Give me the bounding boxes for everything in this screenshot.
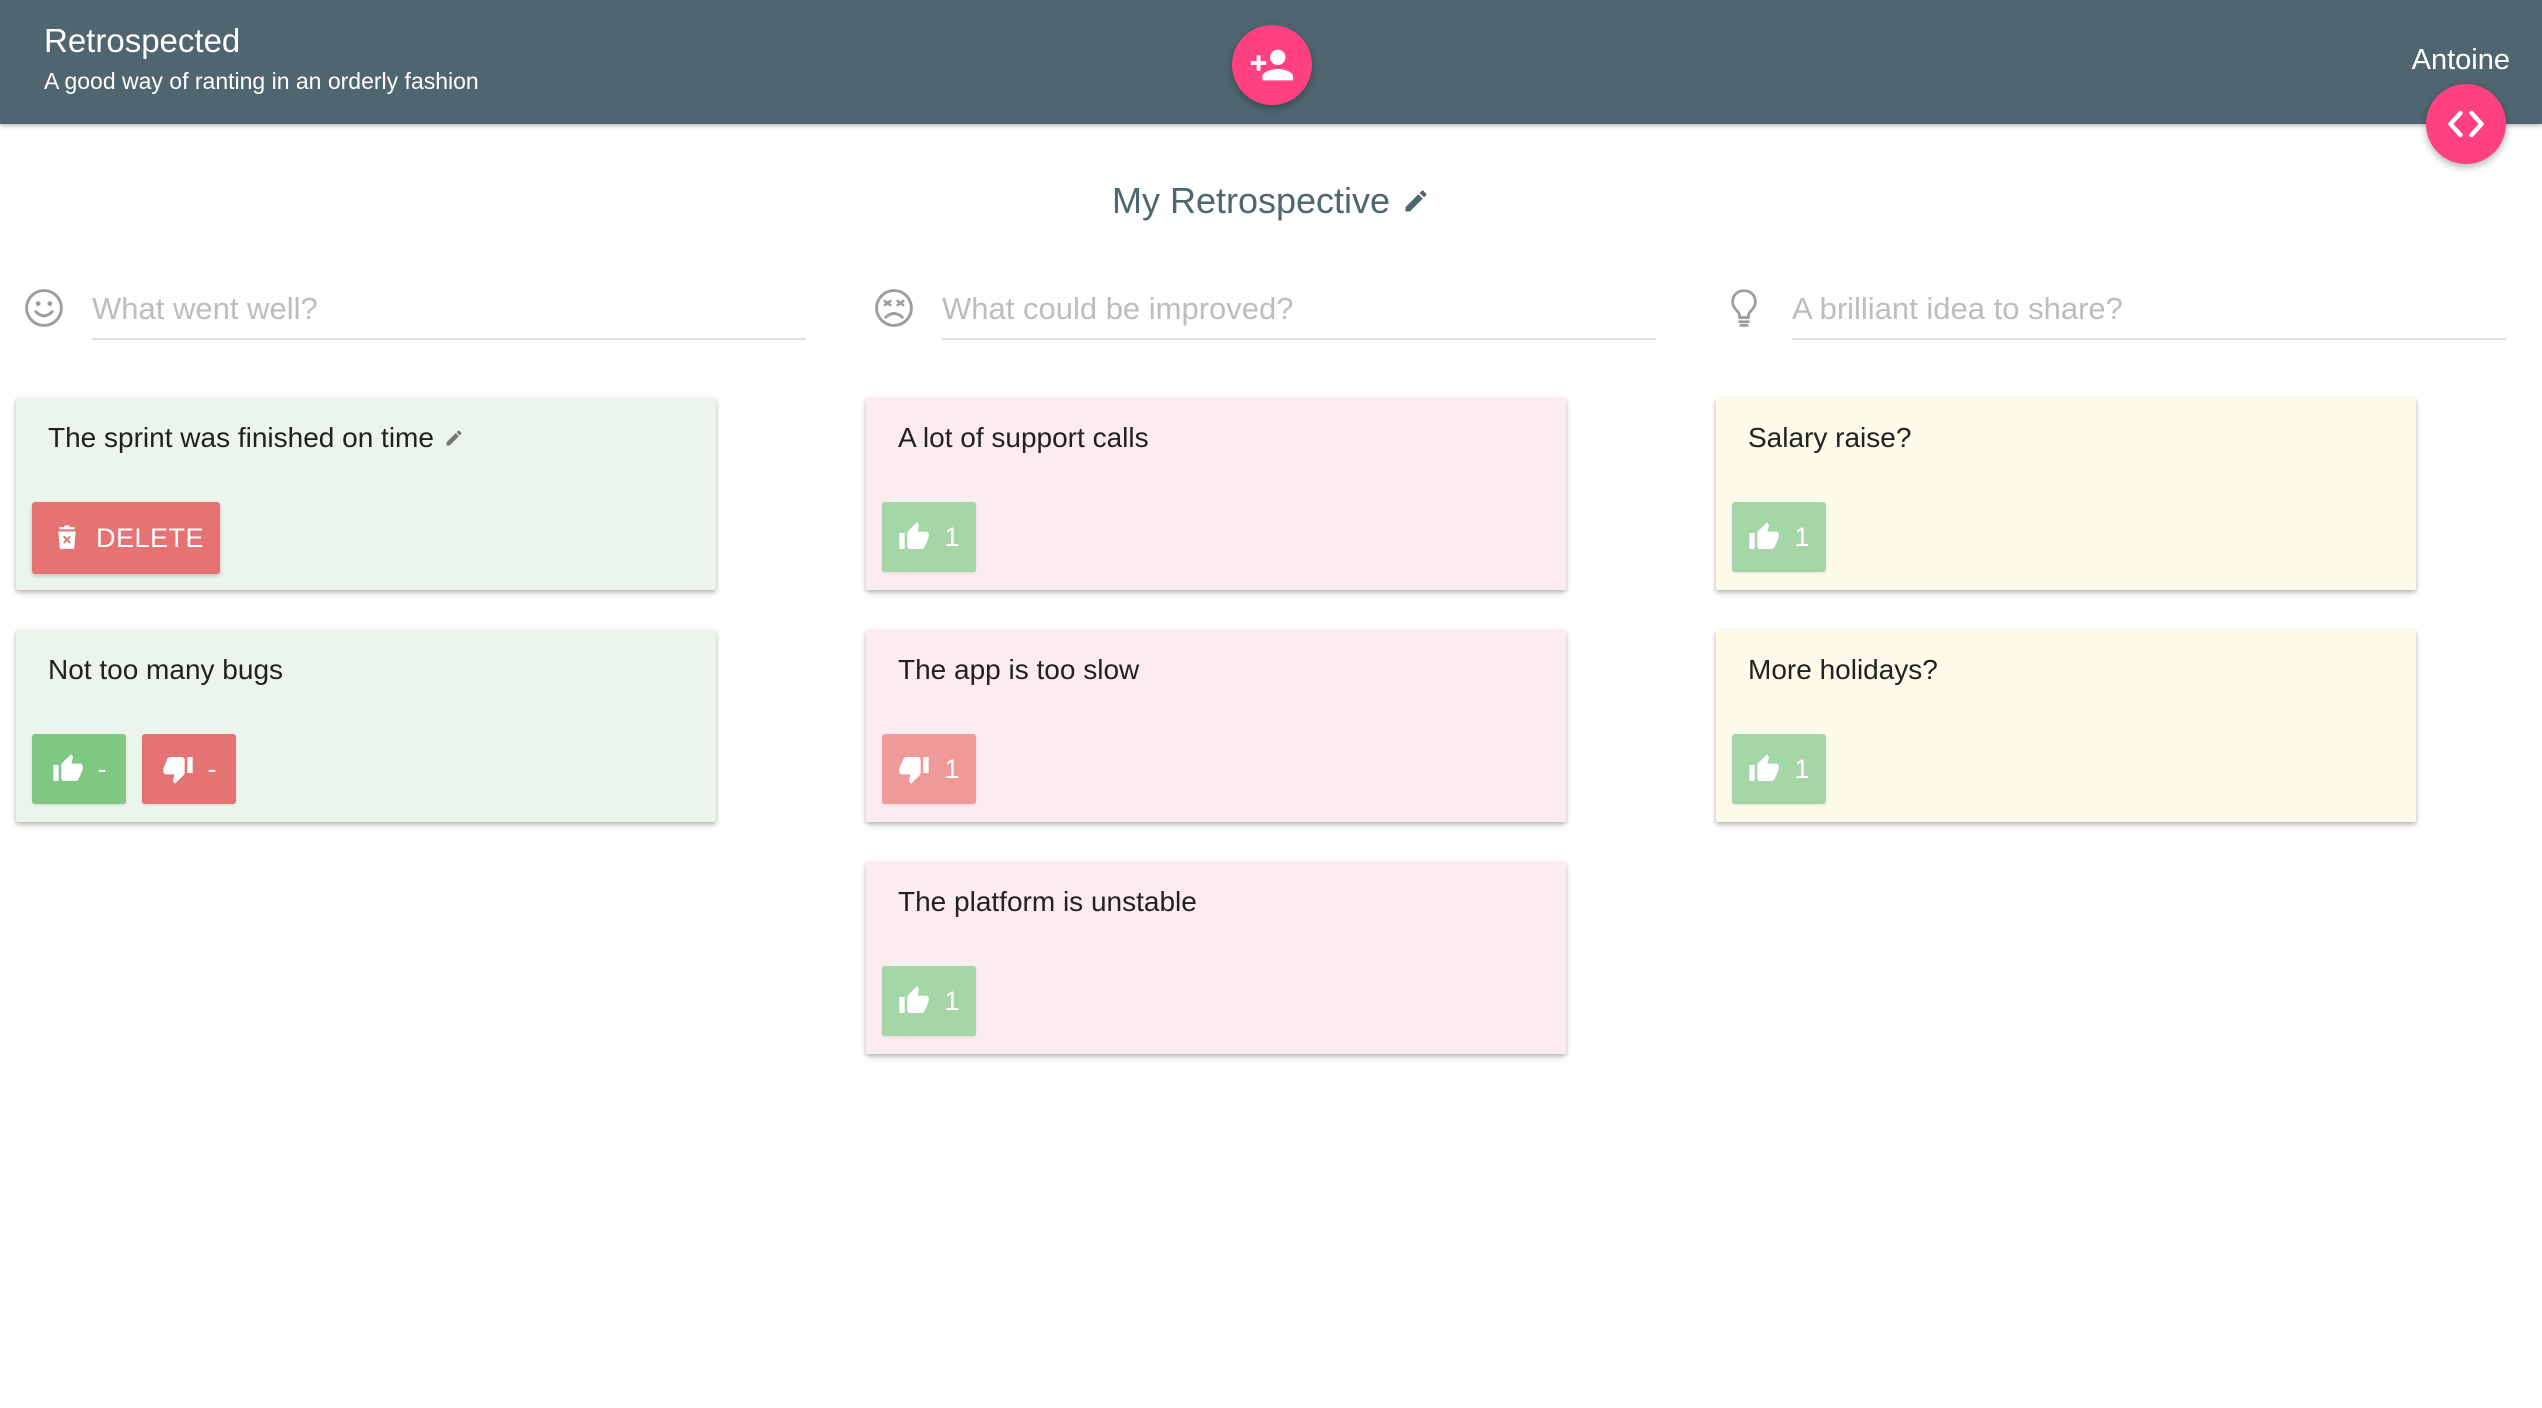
thumbs-down-icon — [899, 757, 930, 784]
post-text: The platform is unstable — [898, 886, 1197, 917]
like-count: 1 — [1794, 753, 1810, 784]
delete-label: DELETE — [96, 522, 205, 553]
improve-input[interactable] — [942, 280, 1656, 340]
lightbulb-icon — [1731, 289, 1757, 327]
thumbs-up-icon — [899, 986, 930, 1013]
post-card: A lot of support calls 1 — [866, 398, 1566, 590]
code-toggle-button[interactable] — [2426, 84, 2506, 164]
like-button[interactable]: 1 — [1732, 734, 1826, 804]
like-button[interactable]: 1 — [1732, 502, 1826, 572]
user-name[interactable]: Antoine — [2412, 44, 2510, 77]
dislike-button[interactable]: - — [142, 734, 236, 804]
like-count: - — [97, 753, 107, 784]
column-went-well: The sprint was finished on time DELETE N… — [16, 280, 816, 822]
post-card: The app is too slow 1 — [866, 630, 1566, 822]
pencil-icon — [446, 430, 462, 446]
like-button[interactable]: - — [32, 734, 126, 804]
thumbs-up-icon — [899, 522, 930, 549]
column-ideas: Salary raise? 1 More holidays? 1 — [1716, 280, 2516, 822]
went-well-input-row — [16, 280, 816, 342]
retrospective-header: My Retrospective — [0, 180, 2542, 222]
post-card: More holidays? 1 — [1716, 630, 2416, 822]
thumbs-up-icon — [52, 754, 83, 781]
dislike-count: 1 — [944, 753, 960, 784]
ideas-input[interactable] — [1792, 280, 2506, 340]
column-could-be-improved: A lot of support calls 1 The app is too … — [866, 280, 1666, 1054]
post-text: Not too many bugs — [48, 654, 284, 685]
dislike-count: - — [207, 753, 217, 784]
pencil-icon — [1405, 190, 1427, 212]
like-button[interactable]: 1 — [882, 502, 976, 572]
frown-icon — [875, 289, 913, 327]
smiley-icon — [25, 289, 63, 327]
thumbs-up-icon — [1749, 522, 1780, 549]
went-well-input[interactable] — [92, 280, 806, 340]
post-text: More holidays? — [1748, 654, 1938, 685]
post-text: A lot of support calls — [898, 422, 1149, 453]
post-card: Not too many bugs - - — [16, 630, 716, 822]
post-card: The platform is unstable 1 — [866, 862, 1566, 1054]
app-subtitle: A good way of ranting in an orderly fash… — [44, 68, 479, 94]
like-count: 1 — [944, 521, 960, 552]
like-button[interactable]: 1 — [882, 966, 976, 1036]
app-bar: Retrospected A good way of ranting in an… — [0, 0, 2542, 124]
code-brackets-icon — [2448, 110, 2484, 138]
app-title: Retrospected — [44, 22, 241, 59]
person-add-icon — [1250, 49, 1294, 81]
like-count: 1 — [944, 985, 960, 1016]
edit-post-button[interactable] — [444, 428, 464, 448]
trash-icon — [58, 525, 76, 549]
thumbs-up-icon — [1749, 754, 1780, 781]
post-text: The sprint was finished on time — [48, 422, 434, 453]
delete-post-button[interactable]: DELETE — [32, 502, 221, 574]
post-text: Salary raise? — [1748, 422, 1912, 453]
post-card: Salary raise? 1 — [1716, 398, 2416, 590]
post-card: The sprint was finished on time DELETE — [16, 398, 716, 590]
like-count: 1 — [1794, 521, 1810, 552]
edit-title-button[interactable] — [1402, 187, 1430, 215]
thumbs-down-icon — [162, 757, 193, 784]
ideas-input-row — [1716, 280, 2516, 342]
dislike-button[interactable]: 1 — [882, 734, 976, 804]
improve-input-row — [866, 280, 1666, 342]
invite-button[interactable] — [1232, 25, 1312, 105]
post-text: The app is too slow — [898, 654, 1140, 685]
retrospective-title: My Retrospective — [1111, 180, 1391, 221]
